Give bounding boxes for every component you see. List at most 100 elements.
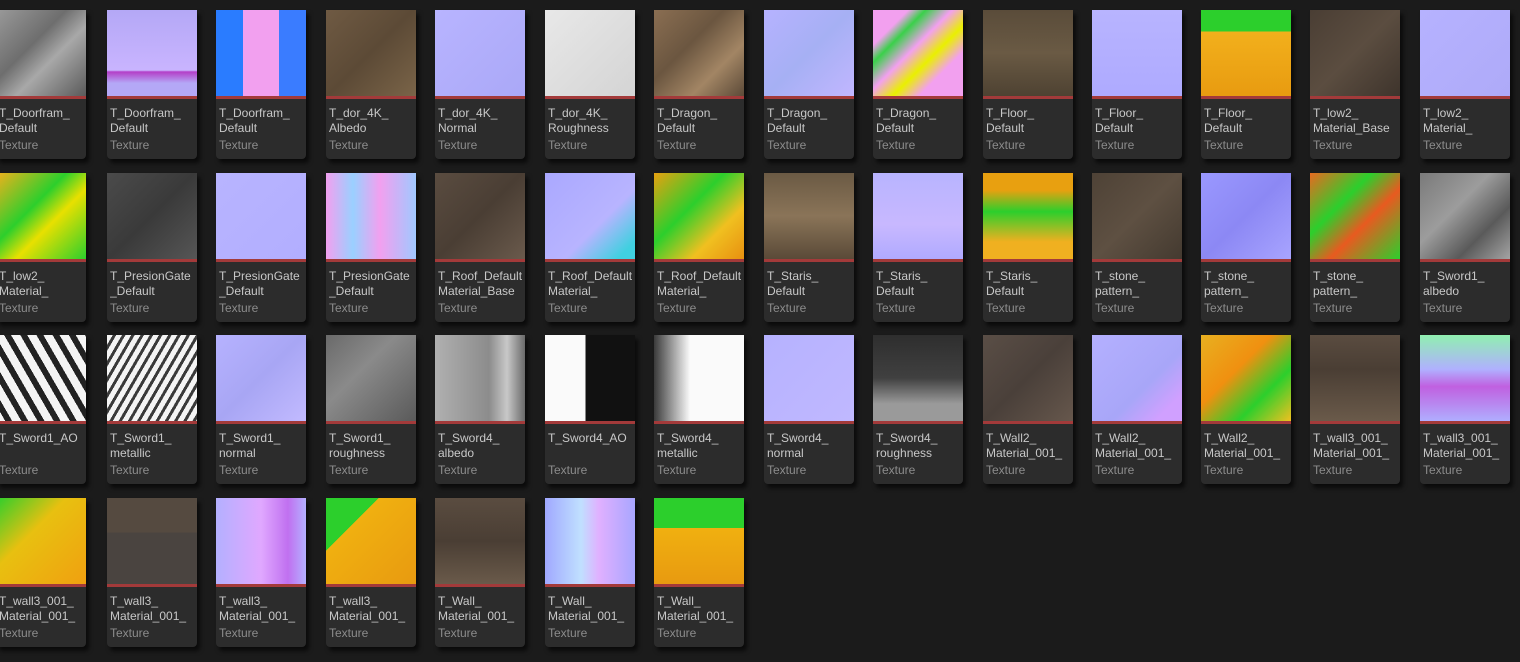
asset-type-color-bar xyxy=(0,421,86,424)
asset-tile[interactable]: T_Doorfram_ Default Texture xyxy=(216,10,306,159)
asset-type-label: Texture xyxy=(1423,138,1463,152)
asset-tile[interactable]: T_Sword4_ roughness Texture xyxy=(873,335,963,484)
asset-name: T_PresionGate _Default xyxy=(329,269,410,298)
asset-tile[interactable]: T_Doorfram_ Default Texture xyxy=(0,10,86,159)
asset-type-label: Texture xyxy=(0,463,39,477)
asset-tile[interactable]: T_Floor_ Default Texture xyxy=(1201,10,1291,159)
asset-type-color-bar xyxy=(873,259,963,262)
asset-type-label: Texture xyxy=(1204,138,1244,152)
asset-tile[interactable]: T_Sword4_ normal Texture xyxy=(764,335,854,484)
asset-tile[interactable]: T_Wall_ Material_001_ Texture xyxy=(545,498,635,647)
texture-thumbnail xyxy=(654,10,744,96)
asset-tile[interactable]: T_dor_4K_ Albedo Texture xyxy=(326,10,416,159)
asset-tile[interactable]: T_Wall2_ Material_001_ Texture xyxy=(1092,335,1182,484)
asset-type-color-bar xyxy=(654,421,744,424)
asset-type-color-bar xyxy=(0,584,86,587)
asset-tile[interactable]: T_wall3_001_ Material_001_ Texture xyxy=(1310,335,1400,484)
asset-tile[interactable]: T_dor_4K_ Normal Texture xyxy=(435,10,525,159)
asset-name: T_PresionGate _Default xyxy=(219,269,300,298)
asset-tile[interactable]: T_Sword4_ albedo Texture xyxy=(435,335,525,484)
asset-tile[interactable]: T_Sword4_ metallic Texture xyxy=(654,335,744,484)
asset-tile[interactable]: T_Wall_ Material_001_ Texture xyxy=(654,498,744,647)
asset-tile[interactable]: T_stone_ pattern_ Texture xyxy=(1092,173,1182,322)
asset-tile[interactable]: T_Dragon_ Default Texture xyxy=(654,10,744,159)
asset-name: T_stone_ pattern_ xyxy=(1204,269,1255,298)
asset-tile[interactable]: T_Staris_ Default Texture xyxy=(983,173,1073,322)
asset-name: T_Sword1_ normal xyxy=(219,431,281,460)
asset-type-color-bar xyxy=(216,584,306,587)
asset-name: T_Sword4_AO xyxy=(548,431,627,445)
texture-thumbnail xyxy=(1092,10,1182,96)
asset-tile[interactable]: T_Wall_ Material_001_ Texture xyxy=(435,498,525,647)
texture-thumbnail xyxy=(326,10,416,96)
asset-tile[interactable]: T_PresionGate _Default Texture xyxy=(107,173,197,322)
texture-thumbnail xyxy=(107,498,197,584)
asset-tile[interactable]: T_Staris_ Default Texture xyxy=(764,173,854,322)
texture-thumbnail xyxy=(545,335,635,421)
asset-type-label: Texture xyxy=(1204,463,1244,477)
asset-tile[interactable]: T_wall3_001_ Material_001_ Texture xyxy=(0,498,86,647)
asset-tile[interactable]: T_Floor_ Default Texture xyxy=(1092,10,1182,159)
asset-tile[interactable]: T_Roof_Default Material_ Texture xyxy=(654,173,744,322)
asset-tile[interactable]: T_Wall2_ Material_001_ Texture xyxy=(983,335,1073,484)
texture-thumbnail xyxy=(545,10,635,96)
asset-name: T_Roof_Default Material_ xyxy=(548,269,633,298)
asset-type-label: Texture xyxy=(329,301,369,315)
asset-type-label: Texture xyxy=(767,138,807,152)
asset-tile[interactable]: T_Doorfram_ Default Texture xyxy=(107,10,197,159)
asset-tile[interactable]: T_wall3_ Material_001_ Texture xyxy=(216,498,306,647)
asset-tile[interactable]: T_Sword1_ normal Texture xyxy=(216,335,306,484)
asset-tile[interactable]: T_Dragon_ Default Texture xyxy=(764,10,854,159)
asset-type-label: Texture xyxy=(876,138,916,152)
asset-tile[interactable]: T_Floor_ Default Texture xyxy=(983,10,1073,159)
texture-thumbnail xyxy=(1201,335,1291,421)
asset-tile[interactable]: T_Staris_ Default Texture xyxy=(873,173,963,322)
asset-type-label: Texture xyxy=(657,138,697,152)
asset-tile[interactable]: T_Wall2_ Material_001_ Texture xyxy=(1201,335,1291,484)
asset-tile[interactable]: T_Dragon_ Default Texture xyxy=(873,10,963,159)
asset-type-label: Texture xyxy=(1313,138,1353,152)
texture-thumbnail xyxy=(1420,173,1510,259)
asset-tile[interactable]: T_Sword4_AO Texture xyxy=(545,335,635,484)
asset-type-label: Texture xyxy=(0,138,39,152)
asset-name: T_Dragon_ Default xyxy=(876,106,937,135)
texture-thumbnail xyxy=(1420,10,1510,96)
asset-type-color-bar xyxy=(983,421,1073,424)
asset-tile[interactable]: T_PresionGate _Default Texture xyxy=(326,173,416,322)
asset-name: T_Floor_ Default xyxy=(1204,106,1253,135)
asset-type-color-bar xyxy=(654,259,744,262)
asset-tile[interactable]: T_low2_ Material_ Texture xyxy=(0,173,86,322)
asset-name: T_Wall_ Material_001_ xyxy=(657,594,734,623)
texture-thumbnail xyxy=(1420,335,1510,421)
texture-thumbnail xyxy=(654,335,744,421)
asset-type-color-bar xyxy=(0,96,86,99)
asset-tile[interactable]: T_low2_ Material_Base Texture xyxy=(1310,10,1400,159)
asset-type-label: Texture xyxy=(548,626,588,640)
texture-thumbnail xyxy=(1201,173,1291,259)
texture-thumbnail xyxy=(983,173,1073,259)
asset-type-color-bar xyxy=(435,96,525,99)
asset-name: T_Doorfram_ Default xyxy=(219,106,290,135)
asset-name: T_Doorfram_ Default xyxy=(110,106,181,135)
asset-type-color-bar xyxy=(435,421,525,424)
asset-type-color-bar xyxy=(764,96,854,99)
texture-thumbnail xyxy=(216,173,306,259)
asset-tile[interactable]: T_Sword1_ roughness Texture xyxy=(326,335,416,484)
asset-tile[interactable]: T_Roof_Default Material_Base Texture xyxy=(435,173,525,322)
asset-tile[interactable]: T_wall3_ Material_001_ Texture xyxy=(107,498,197,647)
asset-tile[interactable]: T_stone_ pattern_ Texture xyxy=(1310,173,1400,322)
asset-tile[interactable]: T_low2_ Material_ Texture xyxy=(1420,10,1510,159)
asset-type-color-bar xyxy=(1201,96,1291,99)
asset-tile[interactable]: T_wall3_ Material_001_ Texture xyxy=(326,498,416,647)
asset-tile[interactable]: T_wall3_001_ Material_001_ Texture xyxy=(1420,335,1510,484)
asset-tile[interactable]: T_Sword1_ metallic Texture xyxy=(107,335,197,484)
asset-tile[interactable]: T_dor_4K_ Roughness Texture xyxy=(545,10,635,159)
asset-tile[interactable]: T_Sword1_ albedo Texture xyxy=(1420,173,1510,322)
asset-tile[interactable]: T_PresionGate _Default Texture xyxy=(216,173,306,322)
asset-type-label: Texture xyxy=(1095,463,1135,477)
asset-type-label: Texture xyxy=(438,138,478,152)
asset-tile[interactable]: T_Roof_Default Material_ Texture xyxy=(545,173,635,322)
asset-name: T_stone_ pattern_ xyxy=(1313,269,1364,298)
asset-tile[interactable]: T_Sword1_AO Texture xyxy=(0,335,86,484)
asset-tile[interactable]: T_stone_ pattern_ Texture xyxy=(1201,173,1291,322)
